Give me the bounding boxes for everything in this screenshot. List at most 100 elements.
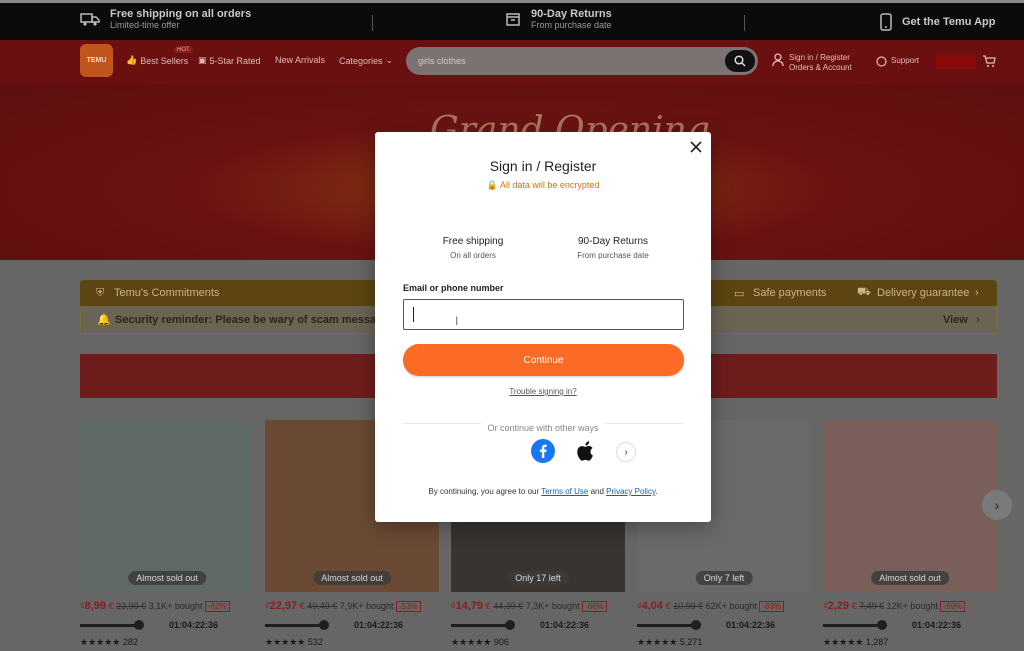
product-image[interactable] [823, 420, 997, 592]
star-badge-icon: ▣ [198, 55, 207, 65]
facebook-button[interactable] [531, 439, 555, 463]
stock-badge: Only 7 left [695, 571, 753, 585]
account-menu[interactable]: Sign in / Register Orders & Account [772, 53, 852, 73]
bell-icon: 🔔 [97, 314, 111, 326]
encryption-note: 🔒 All data will be encrypted [375, 180, 711, 191]
chat-icon [876, 56, 887, 67]
review-count: 5,271 [679, 637, 703, 647]
chevron-right-icon: › [976, 313, 980, 326]
price-unit: € [851, 601, 857, 611]
sold-count: 12K+ bought [886, 601, 938, 611]
email-field-label: Email or phone number [403, 283, 504, 293]
close-icon[interactable] [689, 140, 703, 154]
price-row: ₫14,79 € 44,39 € 7,3K+ bought -66% [451, 600, 607, 612]
clock-icon [134, 620, 144, 630]
original-price: 44,39 € [493, 601, 524, 611]
user-icon [772, 53, 784, 67]
next-arrow-button[interactable]: › [982, 490, 1012, 520]
rating: ★★★★★ 5,271 [637, 637, 702, 648]
search-icon [734, 55, 746, 67]
review-count: 282 [122, 637, 138, 647]
discount-badge: -53% [396, 601, 421, 612]
encryption-text: All data will be encrypted [499, 180, 600, 190]
terms-of-use-link[interactable]: Terms of Use [541, 487, 588, 496]
search-input[interactable]: girls clothes [418, 56, 466, 66]
star-rating: ★★★★★ [637, 637, 678, 647]
original-price: 49,49 € [307, 601, 338, 611]
get-app-label: Get the Temu App [902, 16, 996, 28]
chevron-right-icon: › [975, 287, 979, 299]
feature-title: Free shipping [442, 236, 504, 247]
sold-count: 7,3K+ bought [525, 601, 580, 611]
site-header: TEMU 👍 Best Sellers HOT ▣ 5-Star Rated New… [0, 40, 1024, 84]
rating: ★★★★★ 906 [451, 637, 509, 648]
sale-price: 4,04 [641, 600, 664, 612]
view-link[interactable]: View [943, 314, 968, 326]
sale-price: 2,29 [827, 600, 850, 612]
lock-icon: 🔒 [486, 180, 498, 190]
feature-sub: On all orders [450, 251, 496, 260]
nav-label: Categories [339, 55, 383, 66]
price-unit: € [485, 601, 491, 611]
other-ways-text: Or continue with other ways [481, 423, 605, 433]
countdown-timer: 01:04:22:36 [912, 620, 962, 630]
star-rating: ★★★★★ [823, 637, 864, 647]
star-rating: ★★★★★ [265, 637, 306, 647]
product-card[interactable]: Almost sold out ₫8,99 € 23,99 € 3,1K+ bou… [80, 420, 254, 651]
chevron-right-icon: › [994, 497, 1000, 513]
price-row: ₫4,04 € 10,99 € 62K+ bought -63% [637, 600, 785, 612]
email-phone-input[interactable] [403, 299, 684, 330]
price-row: ₫2,29 € 7,49 € 12K+ bought -69% [823, 600, 966, 612]
nav-label: 5-Star Rated [209, 55, 261, 66]
price-unit: € [665, 601, 671, 611]
rating: ★★★★★ 282 [80, 637, 138, 648]
safe-payments-label: Safe payments [753, 287, 827, 299]
support-link[interactable]: Support [876, 56, 919, 67]
product-card[interactable]: Almost sold out ₫2,29 € 7,49 € 12K+ bough… [823, 420, 997, 651]
trouble-signing-in-link[interactable]: Trouble signing in? [375, 387, 711, 396]
countdown-timer: 01:04:22:36 [354, 620, 404, 630]
sale-price: 22,97 [269, 600, 298, 612]
sold-count: 7,9K+ bought [339, 601, 394, 611]
price-row: ₫8,99 € 23,99 € 3,1K+ bought -62% [80, 600, 230, 612]
continue-button[interactable]: Continue [403, 344, 684, 376]
rating: ★★★★★ 1,287 [823, 637, 888, 648]
hot-badge: HOT [174, 47, 193, 53]
commitments-title: Temu's Commitments [114, 287, 220, 299]
nav-new-arrivals[interactable]: New Arrivals [275, 55, 325, 65]
sign-in-modal: Sign in / Register 🔒 All data will be en… [375, 132, 711, 522]
search-bar[interactable]: girls clothes [406, 47, 758, 75]
countdown-timer: 01:04:22:36 [726, 620, 776, 630]
more-options-button[interactable]: › [616, 442, 636, 462]
apple-icon [577, 441, 593, 461]
promo-topbar: Free shipping on all orders Limited-time… [0, 0, 1024, 40]
sale-price: 14,79 [455, 600, 484, 612]
support-label: Support [891, 56, 920, 65]
rating: ★★★★★ 532 [265, 637, 323, 648]
review-count: 532 [307, 637, 323, 647]
product-image[interactable] [80, 420, 254, 592]
privacy-policy-link[interactable]: Privacy Policy [606, 487, 655, 496]
discount-badge: -63% [759, 601, 785, 612]
returns-sub: From purchase date [531, 20, 612, 30]
free-shipping-title: Free shipping on all orders [110, 8, 252, 20]
sale-price: 8,99 [84, 600, 107, 612]
nav-five-star[interactable]: ▣ 5-Star Rated [198, 55, 261, 66]
mouse-cursor-icon: I [455, 314, 459, 328]
modal-title: Sign in / Register [489, 158, 597, 174]
original-price: 10,99 € [673, 601, 704, 611]
nav-categories[interactable]: Categories ⌄ [339, 55, 393, 66]
returns-promo[interactable]: 90-Day Returns From purchase date [505, 8, 612, 30]
nav-label: Best Sellers [140, 55, 189, 66]
get-app-link[interactable]: Get the Temu App [880, 13, 996, 31]
free-shipping-promo[interactable]: Free shipping on all orders Limited-time… [80, 8, 251, 30]
free-shipping-sub: Limited-time offer [110, 20, 180, 30]
promo-block [936, 55, 976, 69]
cart-icon[interactable] [982, 54, 996, 68]
search-button[interactable] [725, 50, 755, 72]
divider [372, 15, 373, 31]
sold-count: 3,1K+ bought [148, 601, 203, 611]
apple-button[interactable] [574, 439, 598, 463]
temu-logo[interactable]: TEMU [80, 44, 113, 77]
nav-best-sellers[interactable]: 👍 Best Sellers [126, 55, 188, 66]
